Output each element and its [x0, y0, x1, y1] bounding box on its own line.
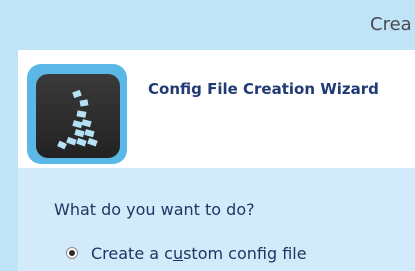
wizard-header: Config File Creation Wizard	[18, 50, 415, 168]
wizard-app-icon	[27, 64, 127, 164]
option-label-end: stom config file	[183, 243, 307, 263]
option-label-mnemonic: u	[172, 243, 184, 263]
wizard-title: Config File Creation Wizard	[148, 80, 379, 98]
option-label-start: Create a c	[91, 243, 173, 263]
wizard-window: Crea Config File Creation Wizard What do…	[0, 0, 415, 271]
wizard-content: What do you want to do? Create a custom …	[18, 168, 415, 271]
config-cards-icon	[57, 89, 98, 150]
app-icon-tile	[36, 74, 120, 158]
create-custom-config-option[interactable]: Create a custom config file	[66, 242, 307, 264]
window-left-border	[0, 0, 18, 271]
radio-button[interactable]	[66, 247, 78, 259]
window-title: Crea	[370, 14, 412, 35]
window-title-bar[interactable]	[0, 0, 415, 50]
option-label[interactable]: Create a custom config file	[91, 244, 307, 263]
radio-selected-dot	[69, 250, 75, 256]
question-label: What do you want to do?	[54, 200, 255, 219]
